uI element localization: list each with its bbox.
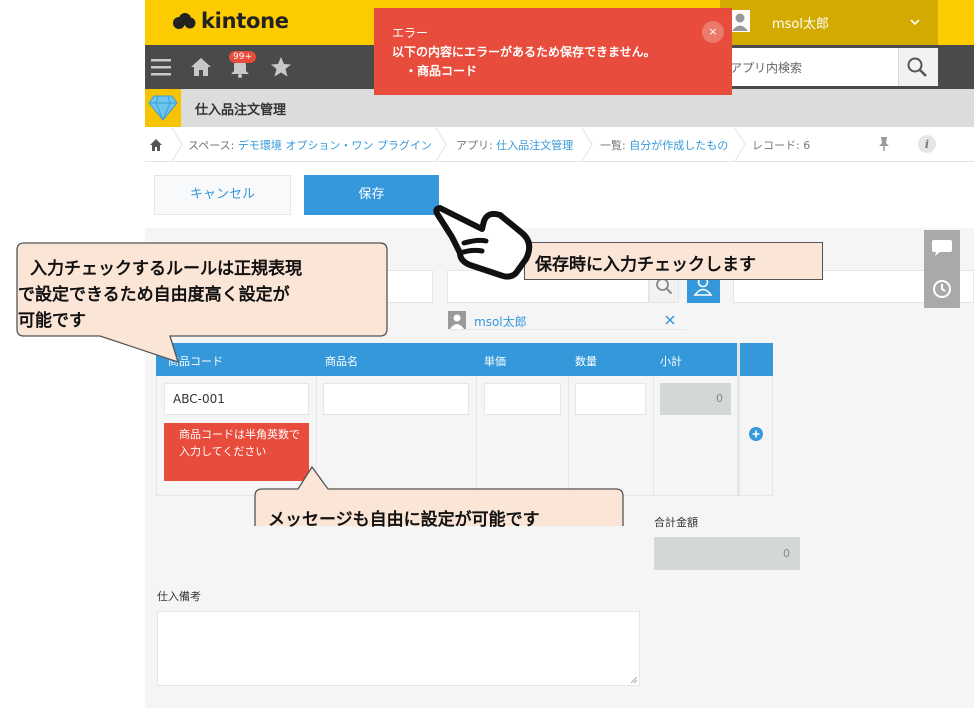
user-icon	[448, 311, 466, 329]
close-icon[interactable]	[664, 314, 676, 326]
note-textarea[interactable]	[157, 611, 640, 686]
product-name-input[interactable]	[323, 383, 469, 415]
breadcrumb-view[interactable]: 一覧: 自分が作成したもの	[600, 137, 728, 153]
close-icon[interactable]: ×	[702, 21, 724, 43]
breadcrumb-separator	[581, 128, 593, 161]
callout-left-line: 入力チェックするルールは正規表現	[30, 259, 302, 279]
star-icon[interactable]	[270, 56, 292, 78]
chevron-down-icon[interactable]	[909, 16, 921, 28]
column-header: 小計	[660, 355, 682, 368]
pointing-hand-icon	[433, 205, 533, 280]
callout-bottom-text: メッセージも自由に設定が可能です	[268, 510, 540, 530]
user-name[interactable]: msol太郎	[772, 13, 829, 32]
breadcrumb-app-prefix: アプリ:	[456, 139, 497, 152]
callout-right-text: 保存時に入力チェックします	[535, 255, 756, 275]
breadcrumb-separator	[435, 128, 447, 161]
comment-icon[interactable]	[931, 238, 953, 258]
app-title: 仕入品注文管理	[195, 103, 287, 118]
user-icon	[730, 10, 750, 32]
row-actions-divider	[737, 343, 740, 496]
home-icon[interactable]	[190, 56, 212, 78]
cancel-button[interactable]: キャンセル	[154, 175, 291, 215]
notification-badge: 99+	[229, 51, 256, 63]
cloud-logo-icon	[173, 13, 196, 29]
resize-handle-icon[interactable]	[630, 676, 638, 684]
search-placeholder: アプリ内検索	[730, 61, 803, 75]
product-code-input[interactable]: ABC-001	[164, 383, 309, 415]
info-icon[interactable]: i	[917, 134, 937, 154]
total-field: 0	[654, 537, 800, 570]
column-header: 数量	[575, 355, 597, 368]
breadcrumb-space[interactable]: スペース: デモ環境 オプション・ワン プラグイン	[188, 137, 432, 153]
chip-divider	[448, 329, 686, 330]
home-icon[interactable]	[149, 138, 163, 152]
breadcrumb-view-prefix: 一覧:	[600, 139, 630, 152]
pin-icon[interactable]	[878, 136, 890, 152]
svg-text:i: i	[925, 138, 929, 151]
breadcrumb-space-prefix: スペース:	[188, 139, 238, 152]
column-header: 単価	[484, 355, 506, 368]
breadcrumb-app-link[interactable]: 仕入品注文管理	[496, 139, 573, 152]
quantity-input[interactable]	[575, 383, 646, 415]
menu-icon[interactable]	[151, 57, 173, 77]
search-icon	[907, 57, 927, 77]
breadcrumb-separator	[734, 128, 746, 161]
note-label: 仕入備考	[157, 590, 201, 603]
breadcrumb-record: レコード: 6	[752, 139, 811, 152]
error-item: ・商品コード	[405, 64, 478, 78]
error-message: 以下の内容にエラーがあるため保存できません。	[392, 45, 656, 59]
breadcrumb-separator	[171, 128, 183, 161]
kintone-logo[interactable]: kintone	[172, 9, 289, 33]
total-label: 合計金額	[654, 516, 698, 529]
unit-price-input[interactable]	[484, 383, 561, 415]
save-button[interactable]: 保存	[304, 175, 439, 215]
callout-left-line: 可能です	[18, 311, 86, 331]
diamond-icon	[148, 95, 178, 121]
breadcrumb-app[interactable]: アプリ: 仕入品注文管理	[456, 137, 573, 153]
subtotal-field: 0	[660, 383, 731, 415]
add-row-icon[interactable]	[749, 427, 763, 441]
history-icon[interactable]	[931, 278, 953, 300]
breadcrumb-view-link[interactable]: 自分が作成したもの	[629, 139, 728, 152]
error-title: エラー	[392, 26, 429, 40]
logo-text: kintone	[201, 9, 289, 33]
breadcrumb-space-link[interactable]: デモ環境 オプション・ワン プラグイン	[238, 139, 432, 152]
callout-left-line: で設定できるため自由度高く設定が	[18, 285, 290, 305]
column-divider	[653, 376, 654, 496]
selected-user-chip[interactable]: msol太郎	[474, 313, 527, 330]
